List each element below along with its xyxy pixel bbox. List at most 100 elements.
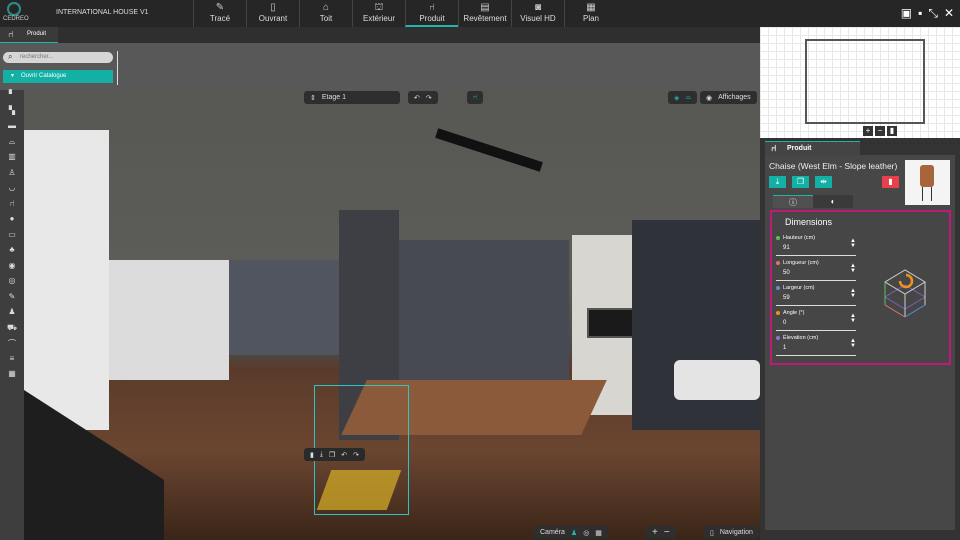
tab-materials[interactable]: ◐ [813,195,853,208]
rotate-right-icon[interactable]: ↷ [353,451,359,459]
category-icon[interactable]: ▘ [0,90,24,106]
search-placeholder: rechercher... [20,54,54,60]
wall-dark [229,260,339,355]
mode-visuel-hd[interactable]: ◙ Visuel HD [511,0,564,27]
copy-button[interactable]: ❐ [792,176,809,188]
field-label: Élevation (cm) [783,335,819,341]
3d-viewport[interactable]: ⇕ Etage 1 ↶ ↷ ⑁ ◈ ⌓ ◉ Affichages ▮ ⤓ ❐ ↶ ↷ Camér… [24,90,760,540]
tab-produit[interactable]: ⑁ Produit [0,27,58,43]
mode-exterieur[interactable]: ⛫ Extérieur [352,0,405,27]
camera-label: Caméra [540,529,565,536]
download-button[interactable]: ⤓ [769,176,786,188]
tab-product[interactable]: ⑁ Produit [765,141,860,155]
building-icon[interactable]: ▦ [0,369,24,385]
minimap-zoom-out[interactable]: − [875,126,885,136]
plan-toggle-icon[interactable]: ▦ [595,529,602,537]
angle-field[interactable]: Angle (°) 0 ▲ ▼ [776,309,856,331]
mode-tabs: ✎ Tracé ▯ Ouvrant ⌂ Toit ⛫ Extérieur ⑁ Produi… [193,0,617,27]
spinner-icon[interactable]: ▲ ▼ [850,338,856,349]
undo-icon[interactable]: ↶ [414,94,420,102]
plan-view-icon: ⑁ [473,94,478,101]
bathtub-icon[interactable]: ◡ [0,183,24,199]
minimap[interactable]: + − ▮ [760,27,960,138]
paint-roller-icon: ▤ [480,2,490,13]
trash-icon[interactable]: ▮ [310,451,314,459]
house-icon: ⛫ [374,2,384,13]
pencil-icon: ✎ [215,2,225,13]
chair-icon[interactable]: ⑁ [0,199,24,215]
appliance-icon[interactable]: ▭ [0,230,24,246]
redo-icon[interactable]: ↷ [426,94,432,102]
selection-toolbar: ▮ ⤓ ❐ ↶ ↷ [304,448,365,461]
mode-toit[interactable]: ⌂ Toit [299,0,352,27]
furniture-icon: ⑁ [429,2,435,13]
download-icon[interactable]: ⤓ [320,451,323,459]
mode-label: Tracé [209,14,231,23]
wall-back [109,260,229,380]
orbit-icon[interactable]: ◎ [583,529,589,537]
floor-label: Etage 1 [321,94,347,101]
tool-icon[interactable]: ✎ [0,292,24,308]
plant-icon[interactable]: ♣ [0,245,24,261]
displays-button[interactable]: ◉ Affichages [700,91,757,104]
arch-icon[interactable]: ⌒ [0,338,24,354]
mode-trace[interactable]: ✎ Tracé [193,0,246,27]
product-panel: Chaise (West Elm - Slope leather) ⤓ ❐ ⇹ … [765,155,955,530]
sub-tab-row: ⑁ Produit [0,27,760,43]
mode-label: Ouvrant [258,14,288,23]
bed-icon[interactable]: ▬ [0,121,24,137]
navigation-button[interactable]: ▯ Navigation [704,526,759,539]
lamp-icon[interactable]: ♙ [0,168,24,184]
zoom-out-icon[interactable]: − [664,527,670,538]
mode-ouvrant[interactable]: ▯ Ouvrant [246,0,299,27]
view-2d-button[interactable]: ⑁ [467,91,484,104]
selection-footprint [316,470,402,510]
width-field[interactable]: Largeur (cm) 59 ▲ ▼ [776,284,856,306]
field-value: 50 [783,270,790,276]
spinner-icon[interactable]: ▲ ▼ [850,313,856,324]
save-icon[interactable]: ▪ [918,6,922,21]
tab-info[interactable]: ⓘ [773,195,813,208]
copy-icon[interactable]: ❐ [329,451,335,459]
search-input[interactable]: ⌕ rechercher... [3,52,113,63]
mirror-button[interactable]: ⇹ [815,176,832,188]
wall-white [24,130,109,430]
floor-select[interactable]: ⇕ Etage 1 [304,91,400,104]
product-name: Chaise (West Elm - Slope leather) [769,161,898,171]
top-bar: CEDREO INTERNATIONAL HOUSE V1 ✎ Tracé ▯ Ou… [0,0,960,27]
furniture-icon: ⑁ [8,29,14,39]
target-icon[interactable]: ◎ [0,276,24,292]
product-thumbnail [905,160,950,205]
minimap-zoom-in[interactable]: + [863,126,873,136]
spinner-icon[interactable]: ▲ ▼ [850,263,856,274]
layers-icon[interactable]: ◈ [674,94,679,102]
person-icon[interactable]: ♟ [0,307,24,323]
spinner-icon[interactable]: ▲ ▼ [850,288,856,299]
car-icon[interactable]: ⛟ [0,323,24,339]
ball-icon[interactable]: ● [0,214,24,230]
category-icon[interactable]: ▚ [0,106,24,122]
length-field[interactable]: Longueur (cm) 50 ▲ ▼ [776,259,856,281]
person-view-icon[interactable]: ♟ [571,529,577,537]
bulb-icon[interactable]: ◉ [0,261,24,277]
rotate-left-icon[interactable]: ↶ [341,451,347,459]
elevation-field[interactable]: Élevation (cm) 1 ▲ ▼ [776,334,856,356]
left-toolbar: ▘ ▚ ▬ ⌓ ▥ ♙ ◡ ⑁ ● ▭ ♣ ◉ ◎ ✎ ♟ ⛟ ⌒ ≡ ▦ [0,90,24,540]
comment-icon[interactable]: ▣ [901,6,912,21]
sofa-icon[interactable]: ⌓ [0,137,24,153]
stairs-icon[interactable]: ≡ [0,354,24,370]
mode-plan[interactable]: ▦ Plan [564,0,617,27]
spinner-icon[interactable]: ▲ ▼ [850,238,856,249]
ceiling-icon[interactable]: ⌓ [685,94,691,102]
zoom-in-icon[interactable]: + [652,527,658,538]
shelf-icon[interactable]: ▥ [0,152,24,168]
minimap-trash-icon[interactable]: ▮ [887,126,897,136]
mode-produit[interactable]: ⑁ Produit [405,0,458,27]
close-icon[interactable]: ✕ [944,6,954,21]
open-catalog-button[interactable]: ▼ Ouvrir Catalogue [3,70,113,83]
height-field[interactable]: Hauteur (cm) 91 ▲ ▼ [776,234,856,256]
collapse-icon[interactable]: ⤡ [928,6,938,21]
mode-revetement[interactable]: ▤ Revêtement [458,0,511,27]
delete-button[interactable]: ▮ [882,176,899,188]
chevron-down-icon: ▼ [10,73,15,79]
